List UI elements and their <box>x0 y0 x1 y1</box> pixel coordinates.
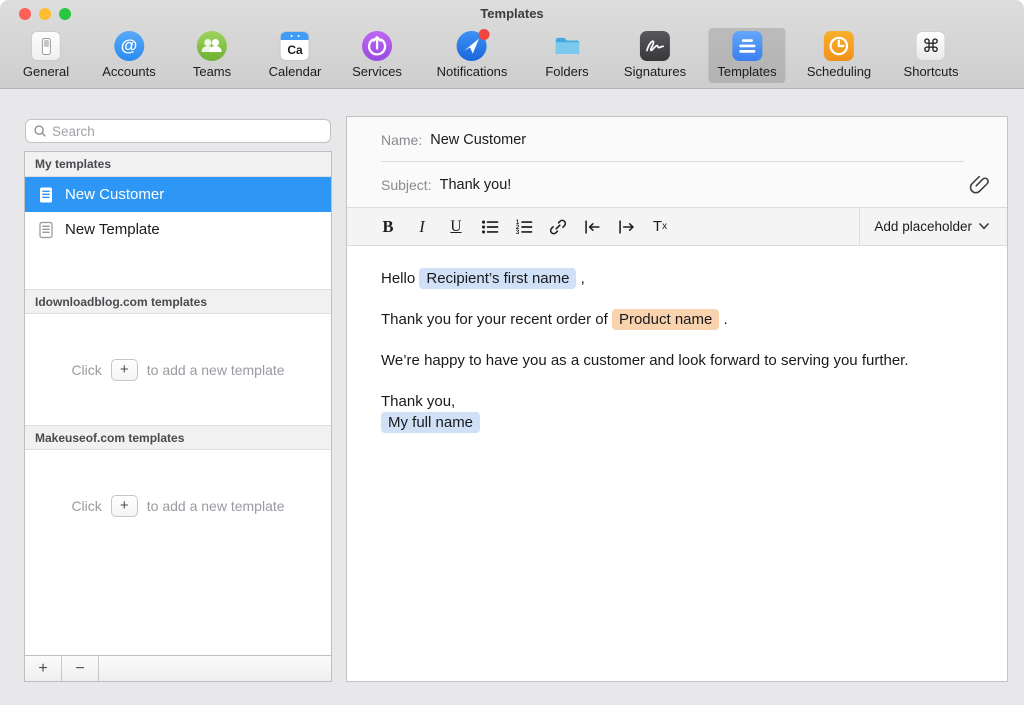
services-icon <box>362 31 392 61</box>
calendar-icon: Ca <box>280 31 310 61</box>
body-paragraph: Thank you, My full name <box>381 391 973 433</box>
scheduling-icon <box>824 31 854 61</box>
body-paragraph: We’re happy to have you as a customer an… <box>381 350 973 371</box>
indent-button[interactable] <box>616 214 636 240</box>
attachment-button[interactable] <box>968 172 990 194</box>
tab-signatures[interactable]: Signatures <box>615 28 695 83</box>
preferences-window: Templates General @ Accounts <box>0 0 1024 705</box>
shortcuts-icon: ⌘ <box>916 31 946 61</box>
document-icon <box>38 221 54 239</box>
add-template-hint-makeuseof: Click + to add a new template <box>25 450 331 561</box>
template-name: New Customer <box>65 186 164 203</box>
format-toolbar: B I U 123 <box>347 207 1007 246</box>
tab-scheduling[interactable]: Scheduling <box>798 28 880 83</box>
placeholder-chip-my-full-name[interactable]: My full name <box>381 412 480 433</box>
list-footer-bar: + − <box>25 655 331 681</box>
signatures-icon <box>640 31 670 61</box>
notification-badge-dot <box>479 29 490 40</box>
bullet-list-button[interactable] <box>480 214 500 240</box>
tab-calendar[interactable]: Ca Calendar <box>260 28 331 83</box>
section-header-idownloadblog: Idownloadblog.com templates <box>25 289 331 314</box>
general-icon <box>31 31 61 61</box>
add-button[interactable]: + <box>25 656 62 681</box>
name-label: Name: <box>381 132 422 148</box>
chevron-down-icon <box>979 223 989 230</box>
paperclip-icon <box>968 172 990 194</box>
template-body-editor[interactable]: Hello Recipient’s first name , Thank you… <box>347 246 1007 681</box>
tab-teams[interactable]: Teams <box>184 28 240 83</box>
search-input[interactable] <box>52 124 323 139</box>
search-icon <box>33 124 47 138</box>
remove-button[interactable]: − <box>62 656 99 681</box>
templates-icon <box>732 31 762 61</box>
placeholder-chip-recipient-first-name[interactable]: Recipient’s first name <box>419 268 576 289</box>
add-template-hint-idownloadblog: Click + to add a new template <box>25 314 331 425</box>
subject-field-row[interactable]: Subject: Thank you! <box>347 162 1007 207</box>
list-spacer <box>25 247 331 289</box>
teams-icon <box>197 31 227 61</box>
name-value[interactable]: New Customer <box>430 132 526 148</box>
section-header-my-templates: My templates <box>25 152 331 177</box>
bold-button[interactable]: B <box>378 214 398 240</box>
tab-accounts[interactable]: @ Accounts <box>93 28 164 83</box>
body-paragraph: Thank you for your recent order of Produ… <box>381 309 973 330</box>
add-template-button[interactable]: + <box>111 495 138 517</box>
link-button[interactable] <box>548 214 568 240</box>
bullet-list-icon <box>480 217 500 237</box>
tab-general[interactable]: General <box>14 28 78 83</box>
clear-format-button[interactable]: Tx <box>650 214 670 240</box>
name-field-row[interactable]: Name: New Customer <box>347 117 1007 162</box>
list-spacer <box>25 561 331 655</box>
tab-templates[interactable]: Templates <box>708 28 785 83</box>
outdent-button[interactable] <box>582 214 602 240</box>
document-icon <box>38 186 54 204</box>
tab-shortcuts[interactable]: ⌘ Shortcuts <box>895 28 968 83</box>
outdent-icon <box>582 217 602 237</box>
svg-text:3: 3 <box>516 230 520 236</box>
add-template-button[interactable]: + <box>111 359 138 381</box>
numbered-list-icon: 123 <box>514 217 534 237</box>
body-paragraph: Hello Recipient’s first name , <box>381 268 973 289</box>
notifications-icon <box>457 31 487 61</box>
placeholder-chip-product-name[interactable]: Product name <box>612 309 719 330</box>
template-row-new-customer[interactable]: New Customer <box>25 177 331 212</box>
accounts-icon: @ <box>114 31 144 61</box>
template-editor-panel: Name: New Customer Subject: Thank you! B… <box>346 116 1008 682</box>
titlebar: Templates <box>0 0 1024 27</box>
content-area: My templates New Customer New Tem <box>0 90 1024 705</box>
tab-folders[interactable]: Folders <box>536 28 597 83</box>
tab-services[interactable]: Services <box>343 28 411 83</box>
search-field[interactable] <box>25 119 331 143</box>
underline-button[interactable]: U <box>446 214 466 240</box>
subject-value[interactable]: Thank you! <box>440 177 512 193</box>
template-row-new-template[interactable]: New Template <box>25 212 331 247</box>
section-header-makeuseof: Makeuseof.com templates <box>25 425 331 450</box>
templates-list-panel: My templates New Customer New Tem <box>24 151 332 682</box>
numbered-list-button[interactable]: 123 <box>514 214 534 240</box>
italic-button[interactable]: I <box>412 214 432 240</box>
add-placeholder-button[interactable]: Add placeholder <box>860 208 1007 245</box>
window-chrome: Templates General @ Accounts <box>0 0 1024 89</box>
tab-notifications[interactable]: Notifications <box>428 28 517 83</box>
link-icon <box>548 217 568 237</box>
folders-icon <box>552 31 582 61</box>
window-title: Templates <box>0 6 1024 21</box>
indent-icon <box>616 217 636 237</box>
template-name: New Template <box>65 221 160 238</box>
subject-label: Subject: <box>381 177 432 193</box>
